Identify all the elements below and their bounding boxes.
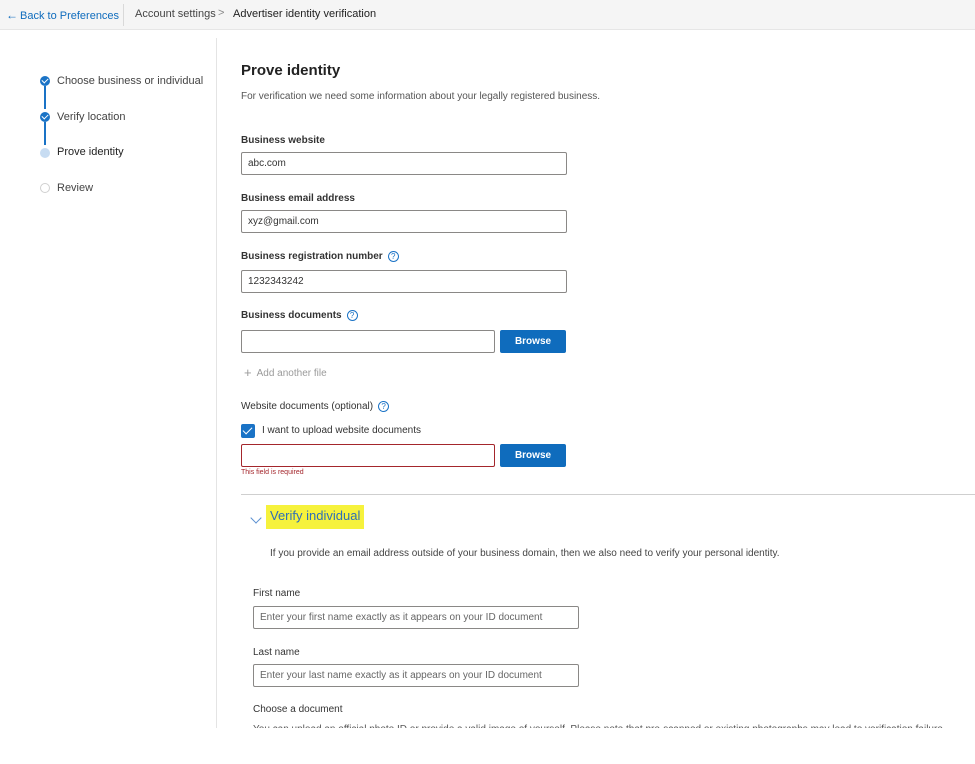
business-documents-label-text: Business documents (241, 310, 342, 321)
breadcrumb-separator: > (218, 7, 225, 19)
info-circle-icon[interactable]: ? (387, 251, 399, 262)
business-email-label: Business email address (241, 193, 355, 204)
last-name-input[interactable] (253, 664, 579, 687)
check-circle-icon (40, 76, 50, 86)
business-documents-file-input[interactable] (241, 330, 495, 353)
sidebar-divider (216, 38, 217, 728)
business-documents-label: Business documents? (241, 310, 358, 321)
registration-number-input[interactable] (241, 270, 567, 293)
check-circle-icon (40, 112, 50, 122)
website-documents-browse-button[interactable]: Browse (500, 444, 566, 467)
choose-document-label: Choose a document (253, 704, 343, 715)
chevron-down-icon[interactable] (250, 512, 262, 524)
verify-individual-description: If you provide an email address outside … (270, 548, 780, 559)
website-documents-label-text: Website documents (optional) (241, 401, 374, 412)
info-circle-icon[interactable]: ? (378, 401, 390, 412)
top-bar: ← Back to Preferences Account settings > … (0, 0, 975, 30)
website-documents-file-input[interactable] (241, 444, 495, 467)
step-current-indicator (40, 148, 50, 158)
add-another-file-button[interactable]: + Add another file (244, 365, 327, 380)
last-name-label: Last name (253, 647, 300, 658)
plus-icon: + (244, 365, 252, 380)
back-to-preferences-link[interactable]: ← Back to Preferences (6, 8, 119, 22)
upload-website-documents-label[interactable]: I want to upload website documents (262, 425, 421, 436)
step-connector (44, 122, 46, 145)
step-connector (44, 86, 46, 109)
arrow-left-icon: ← (6, 8, 18, 22)
upload-website-documents-checkbox[interactable] (241, 424, 255, 438)
business-documents-browse-button[interactable]: Browse (500, 330, 566, 353)
breadcrumb-current: Advertiser identity verification (233, 8, 377, 20)
page-description: For verification we need some informatio… (241, 91, 601, 102)
breadcrumb-account-settings[interactable]: Account settings (135, 8, 216, 20)
first-name-label: First name (253, 588, 301, 599)
step-label-review: Review (57, 182, 94, 194)
verify-individual-header[interactable]: Verify individual (266, 505, 365, 529)
info-circle-icon[interactable]: ? (346, 310, 358, 321)
business-website-label: Business website (241, 135, 325, 146)
business-website-input[interactable] (241, 152, 567, 175)
page-bottom-edge (0, 728, 975, 764)
registration-number-label-text: Business registration number (241, 251, 383, 262)
step-label-verify-location[interactable]: Verify location (57, 111, 125, 123)
add-another-file-label: Add another file (256, 368, 327, 379)
page-title: Prove identity (241, 62, 341, 79)
website-documents-label: Website documents (optional)? (241, 401, 390, 412)
step-pending-indicator (40, 183, 50, 193)
step-label-choose-business[interactable]: Choose business or individual (57, 75, 203, 87)
back-link-label: Back to Preferences (20, 10, 120, 22)
website-documents-error: This field is required (241, 469, 304, 476)
step-label-prove-identity: Prove identity (57, 146, 124, 158)
section-divider (241, 494, 975, 495)
first-name-input[interactable] (253, 606, 579, 629)
topbar-divider (123, 4, 124, 26)
registration-number-label: Business registration number? (241, 251, 399, 262)
business-email-input[interactable] (241, 210, 567, 233)
